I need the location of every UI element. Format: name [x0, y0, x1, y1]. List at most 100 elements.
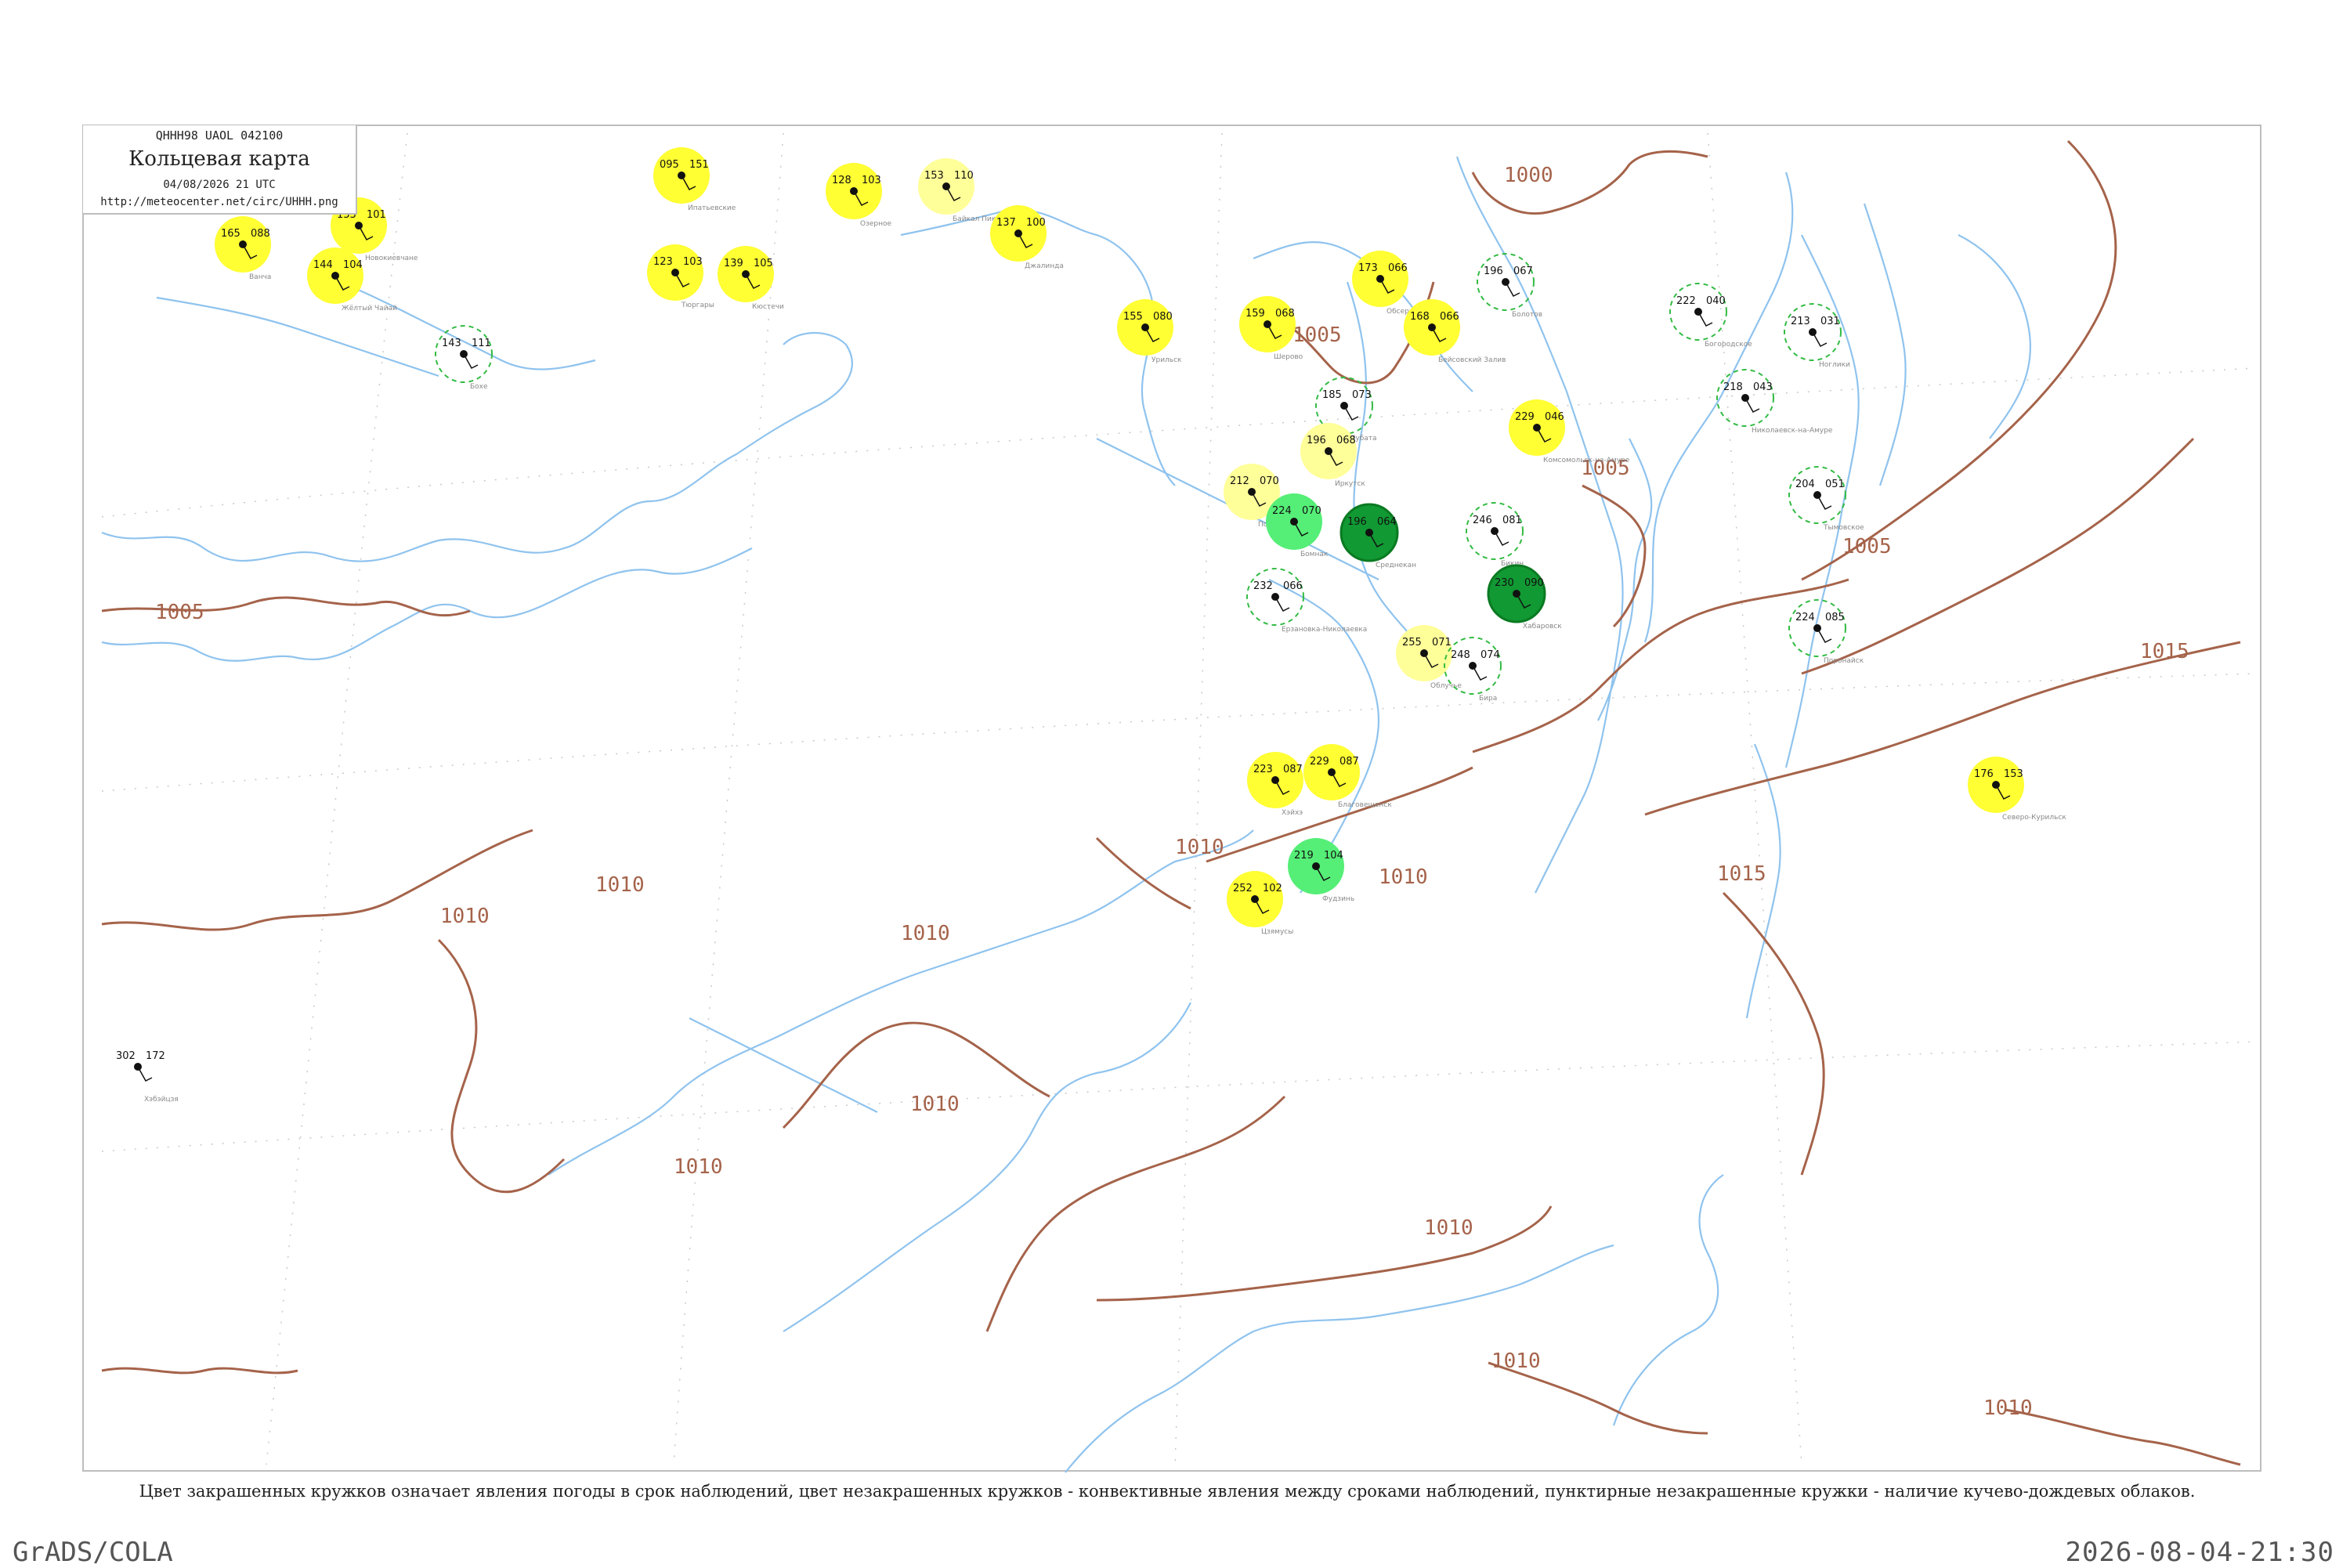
station-pressure: 085	[1825, 612, 1845, 623]
station-marker: 196 064 Среднекан	[1340, 503, 1416, 569]
station-name: Поронайск	[1824, 657, 1864, 665]
isobar-label: 1005	[155, 601, 204, 624]
station-temperature: 219	[1294, 850, 1314, 862]
station-pressure: 031	[1820, 316, 1840, 327]
station-name: Тымовское	[1823, 524, 1864, 532]
station-pressure: 068	[1275, 308, 1295, 320]
station-temperature: 229	[1310, 756, 1329, 768]
station-pressure: 151	[689, 159, 709, 171]
station-temperature: 196	[1484, 266, 1503, 277]
station-marker: 213 031 Ноглики	[1784, 303, 1850, 369]
station-temperature: 246	[1473, 515, 1492, 526]
station-pressure: 064	[1377, 516, 1397, 528]
station-temperature: 213	[1791, 316, 1810, 327]
station-marker: 155 080 Урильск	[1117, 299, 1182, 364]
station-name: Бохе	[470, 383, 488, 391]
station-temperature: 229	[1515, 411, 1535, 423]
station-marker: 246 081Бикин	[1466, 502, 1524, 568]
station-name: Джалинда	[1025, 262, 1064, 270]
station-pressure: 043	[1753, 381, 1773, 393]
station-temperature: 144	[313, 259, 333, 271]
station-marker: 224 085 Поронайск	[1788, 599, 1864, 665]
station-name: Озерное	[860, 220, 892, 228]
station-marker: 153 110Байкал Пики	[918, 158, 1000, 223]
station-pressure: 040	[1706, 295, 1726, 307]
station-pressure: 111	[472, 338, 491, 349]
station-pressure: 066	[1440, 311, 1459, 323]
station-marker: 139 105 Кюстечи	[718, 246, 784, 311]
isobar-label: 1010	[901, 922, 950, 945]
footer-software: GrADS/COLA	[13, 1537, 173, 1568]
station-temperature: 248	[1451, 649, 1470, 661]
isobar-label: 1010	[1491, 1349, 1541, 1373]
station-pressure: 066	[1283, 580, 1303, 592]
station-temperature: 224	[1795, 612, 1815, 623]
station-marker: 229 087 Благовещенск	[1303, 744, 1392, 809]
station-temperature: 139	[724, 258, 743, 269]
station-name: Северо-Курильск	[2002, 814, 2066, 822]
station-marker: 143 111 Бохе	[435, 325, 493, 391]
station-temperature: 224	[1272, 505, 1292, 517]
station-name: Тюргары	[681, 302, 714, 309]
station-marker: 173 066Обсерво	[1352, 251, 1418, 316]
station-temperature: 232	[1253, 580, 1273, 592]
station-temperature: 204	[1795, 479, 1815, 490]
station-pressure: 110	[954, 170, 974, 182]
station-name: Бира	[1479, 695, 1497, 703]
station-name: Урильск	[1152, 356, 1182, 364]
station-marker: 204 051 Тымовское	[1788, 466, 1864, 532]
station-temperature: 159	[1246, 308, 1265, 320]
station-temperature: 185	[1322, 389, 1342, 401]
station-temperature: 128	[832, 175, 851, 186]
station-pressure: 051	[1825, 479, 1845, 490]
graticule	[101, 132, 2257, 1465]
station-name: Хэйхэ	[1282, 809, 1303, 817]
station-name: Богородское	[1705, 341, 1752, 349]
station-temperature: 176	[1974, 768, 1994, 780]
station-marker: 137 100 Джалинда	[990, 205, 1064, 270]
synoptic-map: 1000 1005 1005 1005 1005 1010 1010 1010 …	[82, 125, 2261, 1473]
station-name: Фудзинь	[1322, 895, 1354, 903]
station-pressure: 103	[862, 175, 881, 186]
map-url[interactable]: http://meteocenter.net/circ/UHHH.png	[83, 196, 356, 208]
station-name: Жёлтый Чайай	[342, 305, 397, 313]
station-pressure: 101	[367, 209, 386, 221]
isobar-label: 1010	[1983, 1396, 2033, 1420]
station-pressure: 105	[754, 258, 773, 269]
station-marker: 128 103 Озерное	[826, 163, 892, 228]
station-pressure: 066	[1388, 262, 1408, 274]
isobar-label: 1010	[595, 873, 645, 897]
station-name: Ноглики	[1819, 361, 1850, 369]
station-name: Кюстечи	[752, 303, 784, 311]
station-temperature: 222	[1676, 295, 1696, 307]
station-pressure: 102	[1263, 883, 1282, 894]
station-marker: 159 068 Шерово	[1239, 296, 1303, 361]
isobar-label: 1005	[1842, 535, 1892, 558]
station-name: Новокиевчане	[365, 255, 418, 262]
station-temperature: 212	[1230, 475, 1249, 487]
station-name: Ипатьевские	[688, 204, 736, 212]
isobar-label: 1010	[1424, 1216, 1473, 1240]
station-pressure: 088	[251, 228, 270, 240]
station-pressure: 081	[1502, 515, 1522, 526]
station-marker: 302 172 Хэбэйцзя	[116, 1050, 179, 1104]
station-name: Шерово	[1274, 353, 1303, 361]
station-marker: 229 046 Комсомольск-на-Амуре	[1509, 399, 1630, 464]
isobar-label: 1015	[2140, 640, 2189, 663]
station-marker: 165 088 Ванча	[215, 216, 271, 281]
station-marker: 219 104 Фудзинь	[1288, 838, 1354, 903]
isobar-label: 1010	[910, 1093, 960, 1116]
isobar-labels: 1000 1005 1005 1005 1005 1010 1010 1010 …	[155, 164, 2189, 1420]
station-temperature: 095	[660, 159, 679, 171]
station-temperature: 155	[1123, 311, 1143, 323]
station-pressure: 104	[1324, 850, 1343, 862]
station-pressure: 090	[1524, 577, 1544, 589]
isobar-label: 1010	[1175, 836, 1224, 859]
map-header: QHHH98 UAOL 042100 Кольцевая карта 04/08…	[83, 125, 357, 215]
isobar-label: 1010	[440, 905, 490, 928]
station-marker: 176 153 Северо-Курильск	[1968, 757, 2066, 822]
station-name: Комсомольск-на-Амуре	[1543, 457, 1630, 464]
station-temperature: 153	[924, 170, 944, 182]
station-name: Среднекан	[1376, 562, 1416, 569]
station-name: Хэбэйцзя	[144, 1096, 179, 1104]
